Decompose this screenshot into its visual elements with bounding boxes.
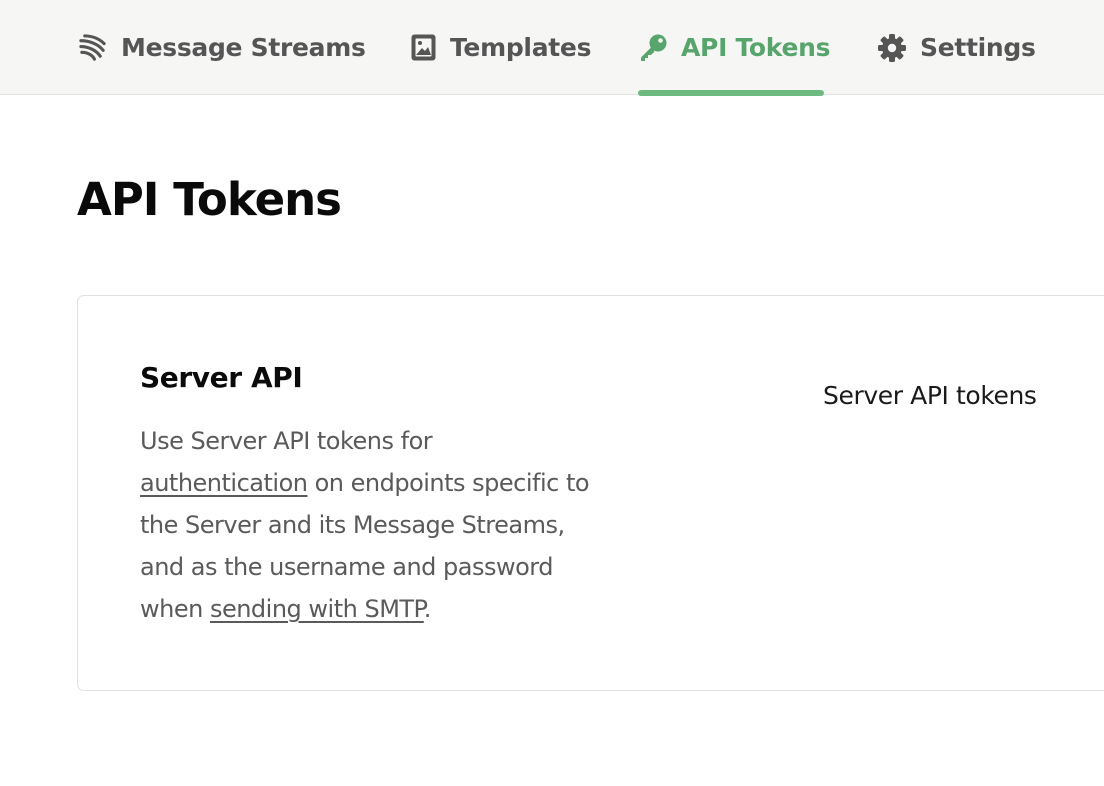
tab-settings[interactable]: Settings [877,0,1036,95]
authentication-link[interactable]: authentication [140,469,308,497]
description-line: authentication on endpoints specific to [140,462,680,504]
tab-label: API Tokens [681,33,831,62]
tab-label: Settings [920,33,1036,62]
description-text: when [140,595,210,623]
active-tab-indicator [638,90,824,96]
tab-label: Message Streams [121,33,366,62]
tab-api-tokens[interactable]: API Tokens [638,0,830,95]
sending-with-smtp-link[interactable]: sending with SMTP [210,595,424,623]
description-line: Use Server API tokens for [140,427,433,455]
server-api-card: Server API Use Server API tokens for aut… [77,295,1104,691]
description-line: and as the username and password [140,553,553,581]
tab-templates[interactable]: Templates [410,0,591,95]
tab-label: Templates [450,33,592,62]
card-title: Server API [140,361,303,394]
description-line: the Server and its Message Streams, [140,511,565,539]
tab-message-streams[interactable]: Message Streams [77,0,366,95]
gear-icon [877,33,907,63]
message-streams-icon [77,32,108,63]
description-line: when sending with SMTP. [140,588,680,630]
templates-icon [410,33,437,62]
server-api-tokens-label: Server API tokens [823,381,1037,410]
card-description: Use Server API tokens for authentication… [140,420,680,630]
key-icon [638,33,668,63]
page-title: API Tokens [77,173,342,226]
description-text: . [423,595,432,623]
description-text: on endpoints specific to [307,469,590,497]
top-navigation: Message Streams Templates API Tokens Set… [0,0,1104,96]
